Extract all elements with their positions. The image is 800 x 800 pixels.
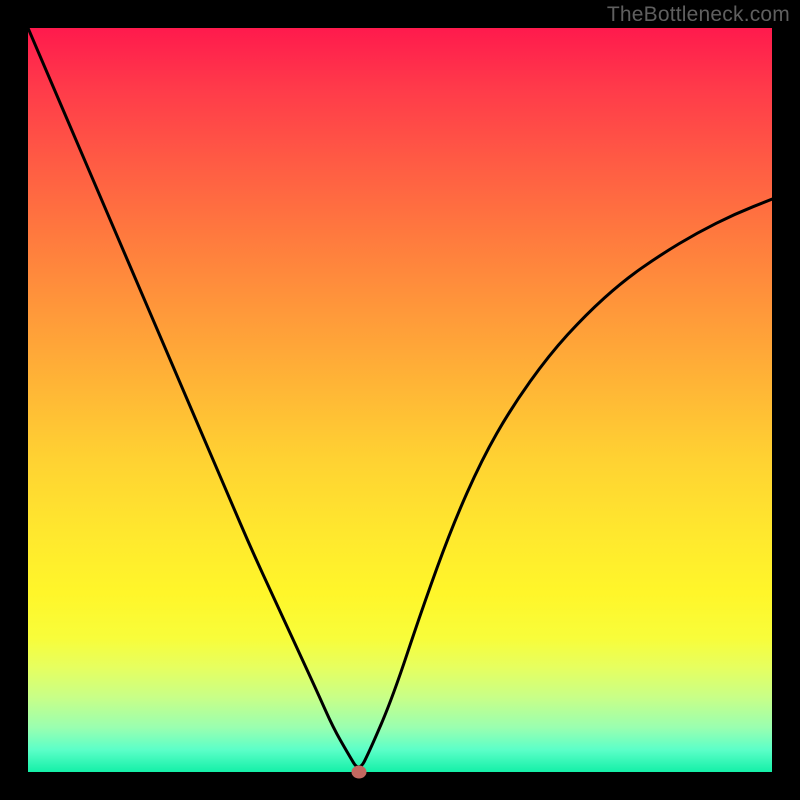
chart-frame: TheBottleneck.com xyxy=(0,0,800,800)
watermark-text: TheBottleneck.com xyxy=(607,3,790,27)
plot-area xyxy=(28,28,772,772)
minimum-marker xyxy=(352,766,367,779)
bottleneck-curve xyxy=(28,28,772,772)
